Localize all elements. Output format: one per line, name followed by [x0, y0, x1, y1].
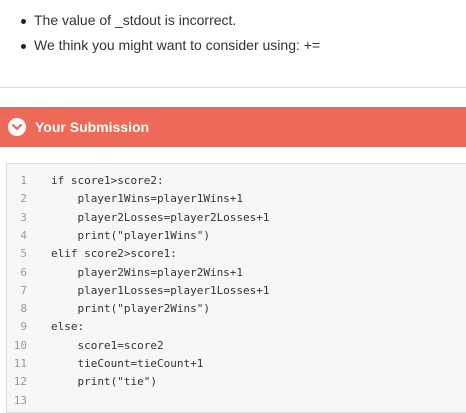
line-number: 7: [20, 283, 27, 297]
feedback-item: The value of _stdout is incorrect.: [20, 12, 237, 28]
code-text: player1Wins=player1Wins+1: [51, 192, 244, 206]
code-text: else:: [51, 320, 85, 334]
line-number: 5: [20, 247, 27, 261]
code-text: player2Wins=player2Wins+1: [51, 265, 244, 279]
code-text: tieCount=tieCount+1: [51, 357, 204, 370]
code-panel: 1 if score1>score2: 2 player1Wins=player1W…: [6, 163, 466, 413]
code-text: elif score2>score1:: [51, 247, 177, 261]
line-number: 10: [13, 338, 27, 352]
line-number: 9: [20, 320, 27, 334]
submission-title: Your Submission: [35, 119, 150, 135]
code-text: player1Losses=player1Losses+1: [51, 283, 270, 297]
code-text: score1=score2: [51, 338, 164, 352]
code-text: print("player2Wins"): [51, 302, 210, 316]
code-text: print("tie"): [51, 375, 157, 389]
code-text: player2Losses=player2Losses+1: [51, 210, 270, 224]
code-text: if score1>score2:: [51, 174, 164, 187]
line-number: 8: [20, 302, 27, 316]
line-number: 4: [20, 228, 27, 242]
feedback-item: We think you might want to consider usin…: [20, 37, 321, 53]
line-number: 1: [20, 174, 27, 187]
line-number: 6: [20, 265, 27, 279]
feedback-section: The value of _stdout is incorrect. We th…: [0, 0, 466, 88]
line-number: 12: [13, 375, 27, 389]
line-number: 2: [20, 192, 27, 206]
submission-header[interactable]: Your Submission: [0, 107, 466, 147]
line-number: 3: [20, 210, 27, 224]
chevron-down-circle-icon[interactable]: [8, 118, 26, 136]
line-number: 11: [13, 357, 27, 370]
code-text: print("player1Wins"): [51, 228, 210, 242]
line-number: 13: [13, 393, 27, 407]
